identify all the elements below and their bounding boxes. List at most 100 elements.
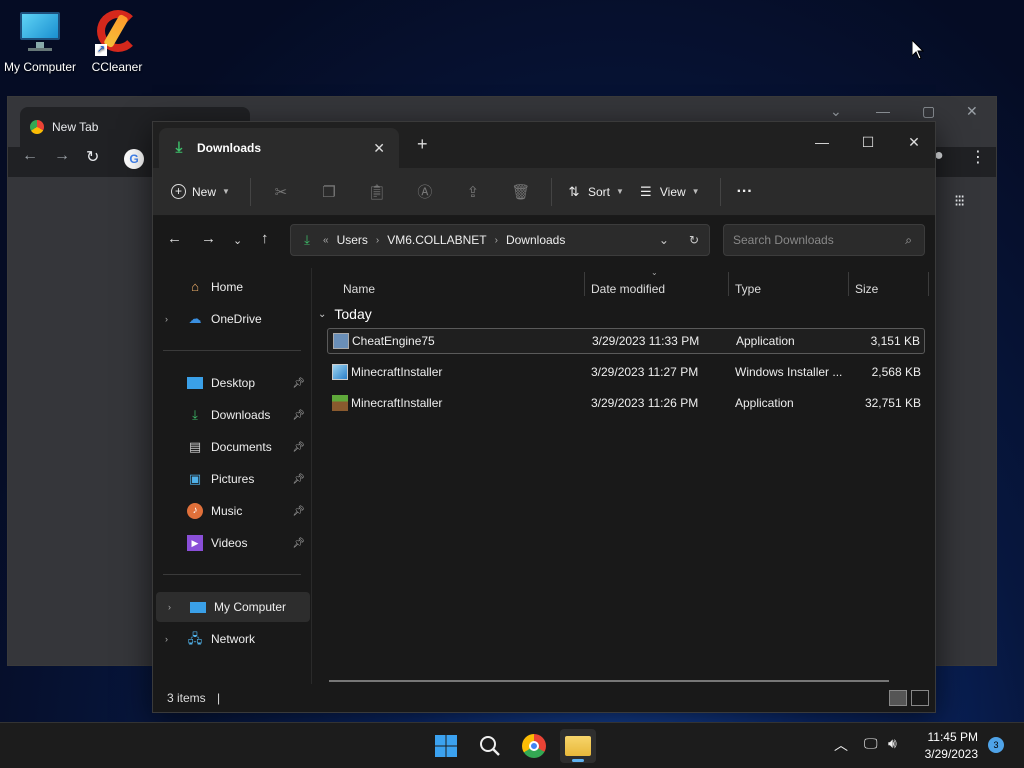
chevron-right-icon[interactable]: › <box>165 314 168 324</box>
file-type: Windows Installer ... <box>735 365 843 379</box>
desktop-icon-ccleaner[interactable]: ↗ CCleaner <box>77 8 157 74</box>
pin-icon[interactable]: 📌︎ <box>292 474 305 485</box>
clock-time: 11:45 PM <box>927 730 978 744</box>
close-button[interactable]: ✕ <box>891 128 937 156</box>
up-icon[interactable]: ↑ <box>261 230 269 247</box>
group-label: Today <box>334 306 372 322</box>
tiles-view-icon[interactable] <box>911 690 929 706</box>
address-overflow[interactable]: « <box>323 235 329 246</box>
apps-grid-icon[interactable]: ⁝⁝⁝ <box>954 194 965 210</box>
minimize-button[interactable]: — <box>799 128 845 156</box>
group-header-today[interactable]: ⌄ Today <box>318 306 372 322</box>
chevron-down-icon: ▼ <box>691 187 700 196</box>
sort-button[interactable]: ⇅ Sort ▼ <box>566 184 624 200</box>
sidebar-item-documents[interactable]: ▤ Documents 📌︎ <box>153 432 307 462</box>
sidebar-item-pictures[interactable]: ▣ Pictures 📌︎ <box>153 464 307 494</box>
clock[interactable]: 11:45 PM 3/29/2023 <box>925 729 978 763</box>
table-row[interactable]: CheatEngine75 3/29/2023 11:33 PM Applica… <box>327 328 925 354</box>
new-button[interactable]: + New ▼ <box>171 184 230 199</box>
forward-icon[interactable]: → <box>201 230 216 247</box>
sidebar-item-desktop[interactable]: Desktop 📌︎ <box>153 368 307 398</box>
start-button[interactable] <box>428 729 464 763</box>
paste-icon[interactable]: 📋︎ <box>363 183 391 201</box>
search-button[interactable] <box>472 729 508 763</box>
file-explorer-window[interactable]: ⤓ Downloads ✕ + — ☐ ✕ + New ▼ ✂ ❐ 📋︎ Ⓐ ⇪… <box>152 121 936 713</box>
chrome-menu-icon[interactable]: ⋮ <box>970 147 986 167</box>
column-header-type[interactable]: Type <box>735 274 761 304</box>
chevron-down-icon: ▼ <box>615 187 624 196</box>
chevron-right-icon[interactable]: › <box>165 634 168 644</box>
file-name: MinecraftInstaller <box>351 365 443 379</box>
desktop-icon-label: My Computer <box>3 60 77 74</box>
back-icon[interactable]: ← <box>167 230 182 247</box>
pin-icon[interactable]: 📌︎ <box>292 538 305 549</box>
document-icon: ▤ <box>188 439 202 454</box>
network-icon[interactable]: 🖵︎ <box>864 735 878 752</box>
chrome-reload-icon[interactable]: ↻ <box>86 147 99 167</box>
chevron-right-icon: › <box>375 234 380 246</box>
chrome-maximize-button[interactable]: ▢ <box>922 103 935 120</box>
sort-indicator-icon: ⌄ <box>651 268 658 277</box>
new-tab-icon[interactable]: + <box>417 134 428 155</box>
file-name: MinecraftInstaller <box>351 396 443 410</box>
copy-icon[interactable]: ❐ <box>315 183 343 201</box>
column-header-name[interactable]: Name <box>343 274 375 304</box>
sidebar-item-downloads[interactable]: ⤓ Downloads 📌︎ <box>153 400 307 430</box>
maximize-button[interactable]: ☐ <box>845 128 891 156</box>
recent-locations-icon[interactable]: ⌄ <box>233 234 242 247</box>
chrome-tab-search-icon[interactable]: ⌄ <box>830 103 842 120</box>
breadcrumb-user-folder[interactable]: VM6.COLLABNET <box>387 233 486 247</box>
table-row[interactable]: MinecraftInstaller 3/29/2023 11:27 PM Wi… <box>327 359 925 385</box>
file-explorer-taskbar-button[interactable] <box>560 729 596 763</box>
taskbar: ︿ 🖵︎ 🔊︎ 11:45 PM 3/29/2023 3 <box>0 722 1024 768</box>
chrome-close-button[interactable]: ✕ <box>966 103 978 120</box>
delete-icon[interactable]: 🗑︎ <box>507 183 535 201</box>
notification-badge[interactable]: 3 <box>988 737 1004 753</box>
pin-icon[interactable]: 📌︎ <box>292 442 305 453</box>
status-bar: 3 items | <box>153 684 935 712</box>
chrome-forward-icon[interactable]: → <box>54 147 70 165</box>
ccleaner-icon: ↗ <box>93 8 141 56</box>
explorer-tab-downloads[interactable]: ⤓ Downloads ✕ <box>159 128 399 168</box>
column-header-size[interactable]: Size <box>855 274 878 304</box>
breadcrumb-downloads[interactable]: Downloads <box>506 233 565 247</box>
horizontal-scrollbar[interactable] <box>329 680 889 682</box>
chevron-down-icon: ▼ <box>222 187 230 196</box>
chrome-minimize-button[interactable]: — <box>876 103 890 119</box>
share-icon[interactable]: ⇪ <box>459 183 487 201</box>
close-tab-icon[interactable]: ✕ <box>373 140 385 157</box>
details-view-icon[interactable] <box>889 690 907 706</box>
sidebar-item-network[interactable]: › 🖧 Network <box>153 624 307 654</box>
view-button[interactable]: ☰ View ▼ <box>638 184 700 200</box>
music-icon: ♪ <box>187 503 203 519</box>
cut-icon[interactable]: ✂ <box>267 183 295 201</box>
table-row[interactable]: MinecraftInstaller 3/29/2023 11:26 PM Ap… <box>327 390 925 416</box>
pin-icon[interactable]: 📌︎ <box>292 506 305 517</box>
application-icon <box>333 333 349 349</box>
sidebar-item-videos[interactable]: ▶ Videos 📌︎ <box>153 528 307 558</box>
sidebar-item-onedrive[interactable]: › ☁ OneDrive <box>153 304 307 334</box>
more-options-button[interactable]: ··· <box>737 183 753 201</box>
address-bar[interactable]: ⤓ « Users › VM6.COLLABNET › Downloads ⌄ … <box>290 224 710 256</box>
volume-icon[interactable]: 🔊︎ <box>888 735 897 752</box>
sidebar-item-home[interactable]: ⌂ Home <box>153 272 307 302</box>
pin-icon[interactable]: 📌︎ <box>292 410 305 421</box>
desktop-icon-my-computer[interactable]: My Computer <box>0 8 80 74</box>
sidebar-item-my-computer[interactable]: › My Computer <box>156 592 310 622</box>
network-icon: 🖧 <box>187 631 203 646</box>
refresh-icon[interactable]: ↻ <box>689 233 699 247</box>
sidebar-item-music[interactable]: ♪ Music 📌︎ <box>153 496 307 526</box>
chrome-back-icon[interactable]: ← <box>22 147 38 165</box>
show-hidden-icons-icon[interactable]: ︿ <box>834 735 848 755</box>
chrome-tab-label: New Tab <box>52 120 99 134</box>
chevron-right-icon[interactable]: › <box>168 602 171 612</box>
chrome-taskbar-button[interactable] <box>516 729 552 763</box>
search-input[interactable]: Search Downloads ⌕ <box>723 224 925 256</box>
rename-icon[interactable]: Ⓐ <box>411 181 439 202</box>
pin-icon[interactable]: 📌︎ <box>292 378 305 389</box>
breadcrumb-users[interactable]: Users <box>337 233 368 247</box>
address-dropdown-icon[interactable]: ⌄ <box>659 233 669 247</box>
plus-circle-icon: + <box>171 184 186 199</box>
download-icon: ⤓ <box>175 139 183 156</box>
column-header-date[interactable]: Date modified <box>591 274 665 304</box>
